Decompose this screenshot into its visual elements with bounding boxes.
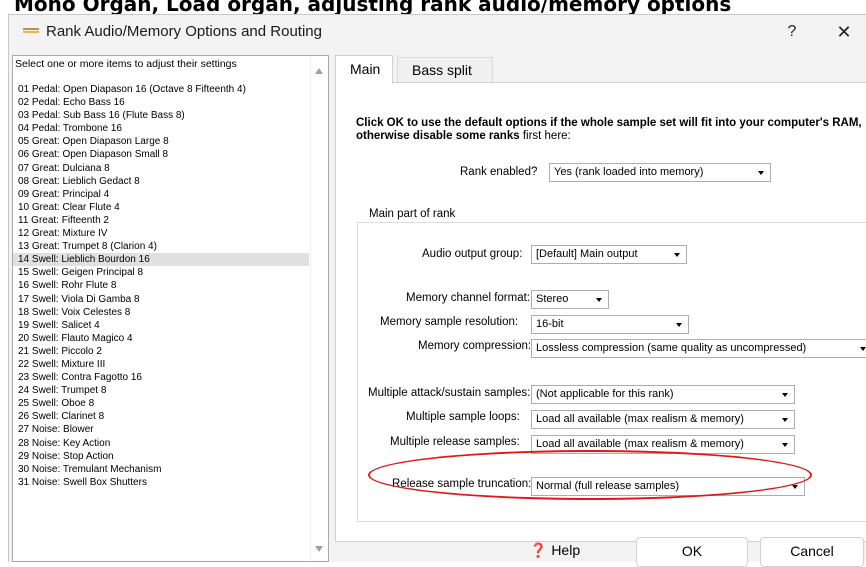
rank-list[interactable]: Select one or more items to adjust their… [12,55,329,562]
intro-normal-text: first here: [519,130,571,142]
release-truncation-value: Normal (full release samples) [536,480,680,492]
chevron-down-icon [758,171,764,175]
scroll-down-arrow-icon[interactable] [315,546,323,552]
list-item[interactable]: 05 Great: Open Diapason Large 8 [13,135,309,148]
title-bar: Rank Audio/Memory Options and Routing ? … [9,15,866,49]
list-item[interactable]: 20 Swell: Flauto Magico 4 [13,332,309,345]
list-item[interactable]: 11 Great: Fifteenth 2 [13,214,309,227]
sample-resolution-select[interactable]: 16-bit [531,315,689,334]
list-item[interactable]: 22 Swell: Mixture III [13,358,309,371]
rank-enabled-label: Rank enabled? [460,166,538,178]
list-item[interactable]: 15 Swell: Geigen Principal 8 [13,266,309,279]
sample-resolution-label: Memory sample resolution: [380,316,519,328]
rank-enabled-select[interactable]: Yes (rank loaded into memory) [549,163,771,182]
chevron-down-icon [674,253,680,257]
release-truncation-label: Release sample truncation: [392,478,532,490]
window-title: Rank Audio/Memory Options and Routing [46,23,322,40]
audio-output-value: [Default] Main output [536,248,638,260]
intro-bold-line-1: Click OK to use the default options if t… [356,117,862,129]
release-truncation-select[interactable]: Normal (full release samples) [531,477,805,496]
list-item[interactable]: 26 Swell: Clarinet 8 [13,410,309,423]
list-item[interactable]: 08 Great: Lieblich Gedact 8 [13,175,309,188]
list-item[interactable]: 03 Pedal: Sub Bass 16 (Flute Bass 8) [13,109,309,122]
chevron-down-icon [596,298,602,302]
scroll-up-arrow-icon[interactable] [315,68,323,74]
help-cursor-icon: ❓ [529,542,548,558]
sample-loops-label: Multiple sample loops: [406,411,520,423]
list-item[interactable]: 31 Noise: Swell Box Shutters [13,476,309,489]
main-tab-panel: Click OK to use the default options if t… [335,82,866,542]
list-item[interactable]: 12 Great: Mixture IV [13,227,309,240]
list-item[interactable]: 16 Swell: Rohr Flute 8 [13,279,309,292]
chevron-down-icon [860,347,866,351]
list-item[interactable]: 10 Great: Clear Flute 4 [13,201,309,214]
channel-format-label: Memory channel format: [406,292,530,304]
main-part-group-title: Main part of rank [366,208,459,220]
chevron-down-icon [782,393,788,397]
cancel-button[interactable]: Cancel [760,537,864,567]
attack-sustain-value: (Not applicable for this rank) [536,388,674,400]
list-item[interactable]: 09 Great: Principal 4 [13,188,309,201]
list-item[interactable]: 14 Swell: Lieblich Bourdon 16 [13,253,309,267]
compression-label: Memory compression: [418,340,532,352]
list-item[interactable]: 18 Swell: Voix Celestes 8 [13,306,309,319]
tab-main[interactable]: Main [335,55,393,84]
rank-options-dialog: Rank Audio/Memory Options and Routing ? … [8,14,866,562]
list-item[interactable]: 01 Pedal: Open Diapason 16 (Octave 8 Fif… [13,83,309,96]
channel-format-value: Stereo [536,293,569,305]
ok-button[interactable]: OK [636,537,748,567]
compression-select[interactable]: Lossless compression (same quality as un… [531,339,866,358]
rank-enabled-value: Yes (rank loaded into memory) [554,166,704,178]
list-item[interactable]: 21 Swell: Piccolo 2 [13,345,309,358]
list-item[interactable]: 23 Swell: Contra Fagotto 16 [13,371,309,384]
title-help-button[interactable]: ? [769,19,815,45]
audio-output-select[interactable]: [Default] Main output [531,245,687,264]
rank-list-items: 01 Pedal: Open Diapason 16 (Octave 8 Fif… [13,83,309,489]
list-item[interactable]: 24 Swell: Trumpet 8 [13,384,309,397]
sample-resolution-value: 16-bit [536,318,564,330]
attack-sustain-label: Multiple attack/sustain samples: [368,387,531,399]
channel-format-select[interactable]: Stereo [531,290,609,309]
list-item[interactable]: 17 Swell: Viola Di Gamba 8 [13,293,309,306]
list-item[interactable]: 25 Swell: Oboe 8 [13,397,309,410]
release-samples-label: Multiple release samples: [390,436,520,448]
sample-loops-select[interactable]: Load all available (max realism & memory… [531,410,795,429]
rank-list-prompt: Select one or more items to adjust their… [15,58,237,70]
list-item[interactable]: 02 Pedal: Echo Bass 16 [13,96,309,109]
chevron-down-icon [782,443,788,447]
list-item[interactable]: 27 Noise: Blower [13,423,309,436]
chevron-down-icon [782,418,788,422]
compression-value: Lossless compression (same quality as un… [536,342,807,354]
chevron-down-icon [792,485,798,489]
attack-sustain-select[interactable]: (Not applicable for this rank) [531,385,795,404]
list-item[interactable]: 29 Noise: Stop Action [13,450,309,463]
audio-output-label: Audio output group: [422,248,523,260]
intro-text: Click OK to use the default options if t… [356,117,866,143]
release-samples-value: Load all available (max realism & memory… [536,438,744,450]
help-button[interactable]: ❓ Help [510,537,600,567]
sample-loops-value: Load all available (max realism & memory… [536,413,744,425]
list-item[interactable]: 04 Pedal: Trombone 16 [13,122,309,135]
list-item[interactable]: 19 Swell: Salicet 4 [13,319,309,332]
help-button-label: Help [551,542,581,558]
chevron-down-icon [676,323,682,327]
tab-bass-split[interactable]: Bass split [397,57,493,83]
close-button[interactable]: ✕ [821,19,866,45]
organ-app-icon [23,28,39,36]
rank-list-scrollbar[interactable] [310,56,328,561]
list-item[interactable]: 13 Great: Trumpet 8 (Clarion 4) [13,240,309,253]
release-samples-select[interactable]: Load all available (max realism & memory… [531,435,795,454]
list-item[interactable]: 07 Great: Dulciana 8 [13,162,309,175]
list-item[interactable]: 30 Noise: Tremulant Mechanism [13,463,309,476]
page-caption: Mono Organ, Load organ, adjusting rank a… [14,0,732,16]
list-item[interactable]: 06 Great: Open Diapason Small 8 [13,148,309,161]
intro-bold-line-2: otherwise disable some ranks [356,130,520,142]
list-item[interactable]: 28 Noise: Key Action [13,437,309,450]
